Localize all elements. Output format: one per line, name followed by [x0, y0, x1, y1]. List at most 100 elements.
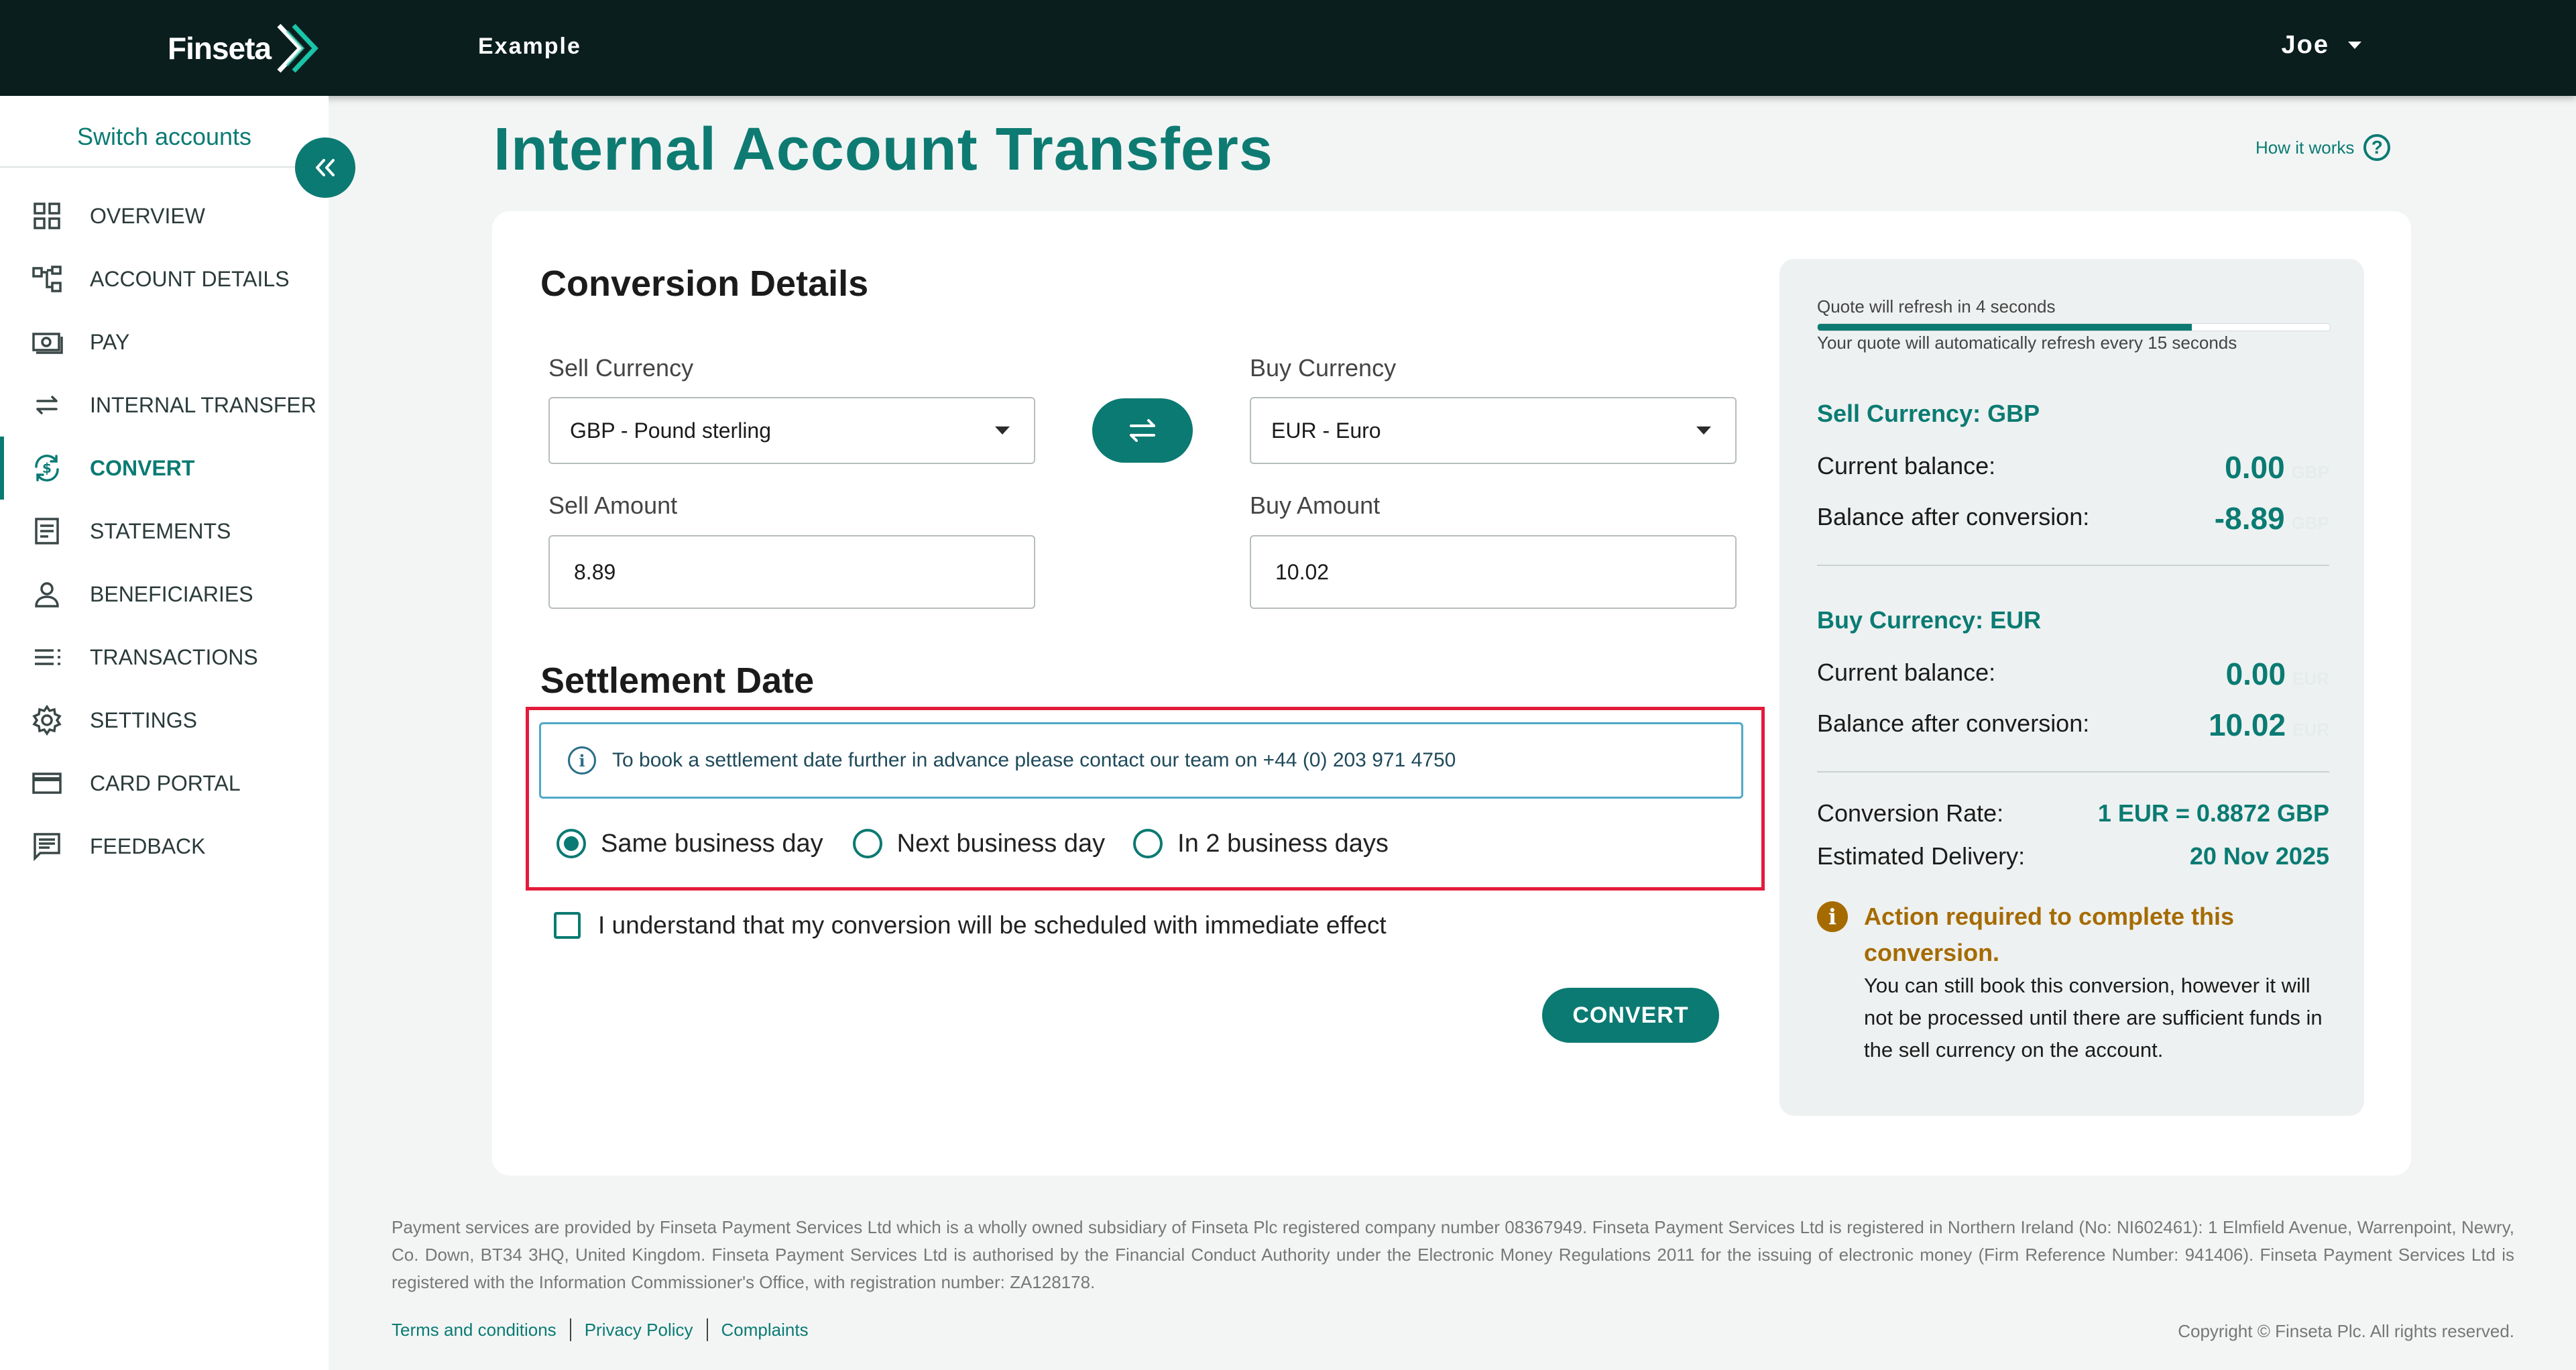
- sidebar-item-label: PAY: [90, 329, 130, 354]
- sidebar-item-statements[interactable]: STATEMENTS: [0, 500, 329, 563]
- sell-currency-value: GBP - Pound sterling: [570, 418, 772, 443]
- row-label: Conversion Rate:: [1817, 799, 2004, 827]
- radio-label: Next business day: [896, 829, 1106, 858]
- sidebar-item-account-details[interactable]: ACCOUNT DETAILS: [0, 247, 329, 310]
- copyright-text: Copyright © Finseta Plc. All rights rese…: [2178, 1321, 2514, 1341]
- sell-amount-input[interactable]: 8.89: [548, 535, 1035, 609]
- info-icon: i: [568, 746, 596, 775]
- sidebar-item-label: OVERVIEW: [90, 203, 205, 228]
- terms-link[interactable]: Terms and conditions: [392, 1320, 557, 1340]
- sidebar-item-transactions[interactable]: TRANSACTIONS: [0, 626, 329, 689]
- currency-code: GBP: [2291, 462, 2329, 482]
- sidebar-item-beneficiaries[interactable]: BENEFICIARIES: [0, 563, 329, 626]
- progress-fill: [1818, 324, 2192, 331]
- sell-balance-after-value: -8.89: [2214, 501, 2285, 536]
- buy-currency-heading: Buy Currency: EUR: [1817, 606, 2042, 634]
- currency-code: EUR: [2292, 669, 2329, 689]
- conversion-details-title: Conversion Details: [540, 264, 869, 304]
- page-title: Internal Account Transfers: [493, 116, 1273, 183]
- sell-current-balance-row: Current balance: 0.00 GBP: [1817, 450, 2329, 490]
- switch-accounts-link[interactable]: Switch accounts: [0, 123, 329, 151]
- warning-body: You can still book this conversion, howe…: [1864, 974, 2323, 1062]
- quote-refresh-text: Quote will refresh in 4 seconds: [1817, 296, 2056, 317]
- collapse-sidebar-button[interactable]: [295, 137, 355, 198]
- radio-same-business-day[interactable]: Same business day: [557, 829, 823, 858]
- sidebar-item-label: CARD PORTAL: [90, 770, 241, 795]
- sidebar-item-overview[interactable]: OVERVIEW: [0, 184, 329, 247]
- conversion-rate-value: 1 EUR = 0.8872 GBP: [2097, 799, 2329, 827]
- how-it-works-label: How it works: [2256, 137, 2355, 158]
- sell-current-balance-value: 0.00: [2225, 450, 2285, 485]
- svg-text:$: $: [42, 460, 52, 476]
- buy-balance-after-row: Balance after conversion: 10.02 EUR: [1817, 707, 2329, 747]
- person-icon: [35, 582, 59, 608]
- sidebar-item-convert[interactable]: $ CONVERT: [0, 437, 329, 500]
- buy-amount-input[interactable]: 10.02: [1250, 535, 1737, 609]
- settlement-info-box: i To book a settlement date further in a…: [539, 722, 1743, 799]
- sell-currency-label: Sell Currency: [548, 354, 694, 382]
- estimated-delivery-value: 20 Nov 2025: [2189, 842, 2329, 870]
- sidebar-item-label: INTERNAL TRANSFER: [90, 392, 316, 417]
- swap-arrows-icon: [1130, 419, 1155, 442]
- logo-text: Finseta: [168, 31, 272, 66]
- radio-next-business-day[interactable]: Next business day: [852, 829, 1106, 858]
- quote-panel: Quote will refresh in 4 seconds Your quo…: [1779, 259, 2364, 1116]
- sidebar-item-label: STATEMENTS: [90, 518, 231, 543]
- radio-button[interactable]: [1133, 829, 1163, 858]
- grid-icon: [34, 203, 60, 229]
- confirm-checkbox-row[interactable]: I understand that my conversion will be …: [554, 911, 1387, 939]
- user-name: Joe: [2281, 31, 2329, 59]
- privacy-policy-link[interactable]: Privacy Policy: [585, 1320, 693, 1340]
- footer-links: Terms and conditions Privacy Policy Comp…: [392, 1318, 809, 1341]
- sidebar-item-feedback[interactable]: FEEDBACK: [0, 815, 329, 878]
- sidebar: Switch accounts OVERVIEW ACCOUNT DETAILS…: [0, 96, 355, 1370]
- dropdown-arrow-icon: [1696, 426, 1711, 435]
- row-label: Balance after conversion:: [1817, 709, 2090, 737]
- gear-icon: [32, 704, 62, 736]
- app-name: Example: [478, 34, 581, 59]
- sidebar-item-label: CONVERT: [90, 455, 195, 480]
- hierarchy-icon: [32, 266, 62, 292]
- how-it-works-link[interactable]: How it works ?: [2256, 134, 2391, 161]
- sell-currency-select[interactable]: GBP - Pound sterling: [548, 397, 1035, 464]
- complaints-link[interactable]: Complaints: [721, 1320, 809, 1340]
- warning-title: Action required to complete this convers…: [1864, 903, 2235, 966]
- radio-button[interactable]: [852, 829, 882, 858]
- sidebar-item-internal-transfer[interactable]: INTERNAL TRANSFER: [0, 374, 329, 437]
- divider: [0, 166, 329, 168]
- buy-balance-after-value: 10.02: [2208, 707, 2286, 742]
- swap-currencies-button[interactable]: [1092, 398, 1193, 463]
- convert-button[interactable]: CONVERT: [1542, 988, 1719, 1043]
- radio-label: Same business day: [601, 829, 823, 858]
- sidebar-item-card-portal[interactable]: CARD PORTAL: [0, 752, 329, 815]
- row-label: Current balance:: [1817, 659, 1996, 686]
- sidebar-item-label: BENEFICIARIES: [90, 581, 253, 606]
- transfer-arrows-icon: [36, 396, 58, 414]
- divider: [706, 1318, 708, 1341]
- divider: [1817, 771, 2329, 773]
- logo-chevron-icon: [277, 23, 318, 73]
- radio-button-checked[interactable]: [557, 829, 586, 858]
- settlement-date-title: Settlement Date: [540, 661, 815, 701]
- card-icon: [32, 773, 62, 794]
- conversion-rate-row: Conversion Rate: 1 EUR = 0.8872 GBP: [1817, 799, 2329, 837]
- sidebar-item-label: TRANSACTIONS: [90, 644, 258, 669]
- radio-label: In 2 business days: [1177, 829, 1389, 858]
- radio-in-2-business-days[interactable]: In 2 business days: [1133, 829, 1389, 858]
- divider: [569, 1318, 571, 1341]
- sidebar-item-settings[interactable]: SETTINGS: [0, 689, 329, 752]
- warning-icon: i: [1817, 901, 1848, 932]
- buy-current-balance-row: Current balance: 0.00 EUR: [1817, 657, 2329, 696]
- user-menu[interactable]: Joe: [2282, 31, 2361, 60]
- sidebar-item-pay[interactable]: PAY: [0, 310, 329, 374]
- sell-currency-heading: Sell Currency: GBP: [1817, 400, 2040, 427]
- finseta-logo[interactable]: Finseta: [168, 21, 323, 75]
- auto-refresh-text: Your quote will automatically refresh ev…: [1817, 333, 2237, 353]
- dropdown-arrow-icon: [995, 426, 1010, 435]
- confirm-checkbox[interactable]: [554, 912, 581, 939]
- settlement-radio-group: Same business day Next business day In 2…: [557, 823, 1389, 864]
- row-label: Estimated Delivery:: [1817, 842, 2026, 870]
- currency-code: GBP: [2291, 513, 2329, 533]
- document-icon: [35, 518, 59, 545]
- buy-currency-select[interactable]: EUR - Euro: [1250, 397, 1737, 464]
